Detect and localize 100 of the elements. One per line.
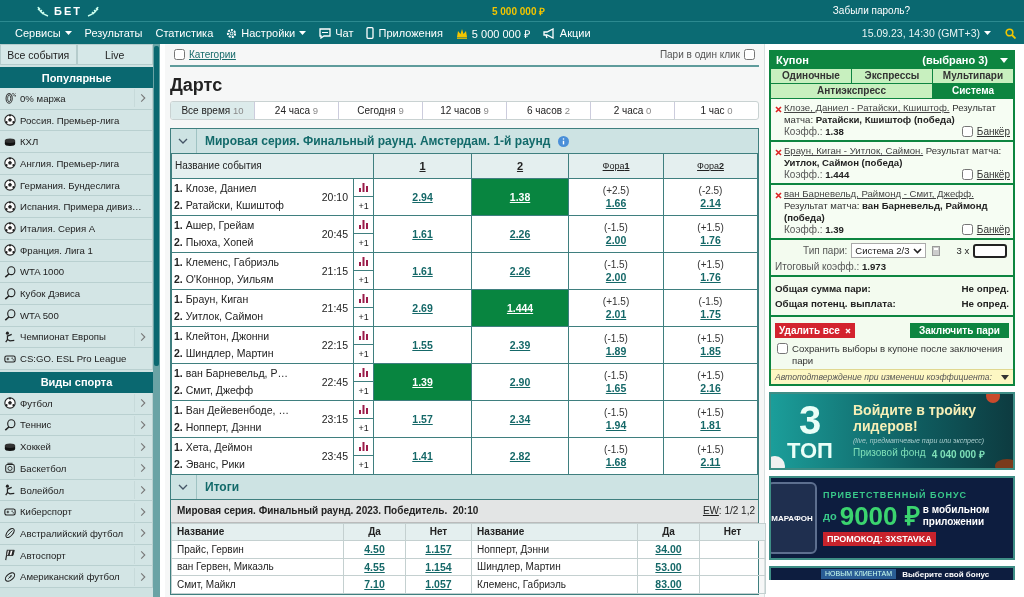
banker-checkbox[interactable] — [961, 126, 973, 137]
more-markets-link[interactable]: +1 — [358, 385, 369, 396]
sidebar-item[interactable]: Франция. Лига 1 — [0, 239, 153, 262]
sidebar-item[interactable]: Киберспорт — [0, 501, 153, 524]
auto-confirm-dropdown[interactable]: Автоподтверждение при изменении коэффициента: — [771, 369, 1013, 384]
sidebar-item[interactable]: Англия. Премьер-лига — [0, 153, 153, 175]
sidebar-item[interactable]: Германия. Бундеслига — [0, 174, 153, 197]
nav-item[interactable]: Результаты — [84, 27, 143, 39]
bar-chart-icon[interactable] — [359, 404, 368, 414]
sidebar-item[interactable]: Автоспорт — [0, 544, 153, 567]
odds-link[interactable]: 1.85 — [664, 344, 757, 358]
more-markets-link[interactable]: +1 — [358, 200, 369, 211]
more-markets-link[interactable]: +1 — [358, 311, 369, 322]
odds-cell[interactable]: 2.69 — [373, 289, 472, 326]
odds-cell[interactable]: 1.41 — [373, 437, 472, 474]
odds-cell[interactable]: 1.444 — [471, 289, 569, 326]
forgot-password-link[interactable]: Забыли пароль? — [832, 5, 910, 16]
odds-link[interactable]: 1.75 — [664, 307, 757, 321]
scrollbar[interactable] — [153, 44, 160, 597]
more-markets-link[interactable]: +1 — [358, 348, 369, 359]
more-markets-link[interactable]: +1 — [358, 237, 369, 248]
save-choices-checkbox[interactable] — [777, 343, 788, 354]
odds-cell[interactable]: (-1.5) 2.00 — [568, 215, 664, 252]
period-tab[interactable]: Все время 10 — [171, 102, 254, 119]
odds-cell[interactable]: 2.90 — [471, 363, 569, 400]
nav-item[interactable]: 5 000 000 ₽ — [455, 25, 530, 41]
sidebar-item[interactable]: Футбол — [0, 392, 153, 415]
period-tab[interactable]: Сегодня 9 — [338, 102, 422, 119]
odds-link[interactable]: 1.76 — [664, 233, 757, 247]
search-icon[interactable] — [1005, 27, 1016, 39]
coupon-tab[interactable]: Одиночные — [771, 69, 851, 83]
sidebar-item[interactable]: Чемпионат Европы — [0, 326, 153, 349]
nav-item[interactable]: Сервисы — [15, 27, 72, 39]
close-icon[interactable] — [775, 192, 782, 199]
event-link[interactable]: Клозе, Даниел - Ратайски, Кшиштоф. — [784, 102, 950, 113]
odds-cell[interactable]: (+1.5) 2.16 — [663, 363, 758, 400]
coupon-tab[interactable]: Антиэкспресс — [771, 84, 932, 98]
nav-item[interactable]: Акции — [542, 27, 591, 39]
sidebar-item[interactable]: Баскетбол — [0, 458, 153, 480]
odds-link[interactable]: 1.89 — [569, 344, 663, 358]
banker-checkbox[interactable] — [961, 224, 973, 235]
coupon-tab[interactable]: Экспрессы — [852, 69, 932, 83]
datetime-menu[interactable]: 15.09.23, 14:30 (GMT+3) — [861, 27, 991, 39]
sidebar-item[interactable]: Австралийский футбол — [0, 523, 153, 545]
nav-item[interactable]: Приложения — [366, 27, 443, 39]
close-icon[interactable] — [775, 149, 782, 156]
sidebar-item[interactable]: WTA 1000 — [0, 261, 153, 284]
odds-link[interactable]: 2.00 — [569, 270, 663, 284]
bar-chart-icon[interactable] — [359, 441, 368, 451]
odds-link[interactable]: 1.94 — [569, 418, 663, 432]
odds-cell[interactable]: 1.55 — [373, 326, 472, 363]
sidebar-item[interactable]: 0% маржа — [0, 88, 153, 110]
event-link[interactable]: ван Барневельд, Раймонд - Смит, Джефф. — [784, 188, 974, 199]
odds-cell[interactable]: 1.61 — [373, 215, 472, 252]
categories-checkbox[interactable] — [174, 49, 185, 60]
odds-cell[interactable]: 2.26 — [471, 252, 569, 289]
odds-cell[interactable]: 2.39 — [471, 326, 569, 363]
column-header[interactable]: 2 — [471, 154, 569, 178]
period-tab[interactable]: 12 часов 9 — [422, 102, 506, 119]
event-link[interactable]: Браун, Киган - Уитлок, Саймон. — [784, 145, 924, 156]
close-icon[interactable] — [775, 106, 782, 113]
categories-link[interactable]: Категории — [189, 49, 236, 60]
period-tab[interactable]: 2 часа 0 — [590, 102, 674, 119]
odds-cell[interactable]: (+1.5) 1.85 — [663, 326, 758, 363]
odds-cell[interactable]: (-1.5) 2.00 — [568, 252, 664, 289]
odds-link[interactable]: 1.66 — [569, 196, 663, 210]
nav-item[interactable]: Настройки — [226, 27, 307, 39]
odds-link[interactable]: 2.01 — [569, 307, 663, 321]
odds-cell[interactable]: 2.82 — [471, 437, 569, 474]
odds-cell[interactable]: (-1.5) 1.89 — [568, 326, 664, 363]
period-tab[interactable]: 24 часа 9 — [254, 102, 338, 119]
odds-cell[interactable]: 2.34 — [471, 400, 569, 437]
odds-link[interactable]: 1.65 — [569, 381, 663, 395]
bar-chart-icon[interactable] — [359, 219, 368, 229]
odds-cell[interactable]: (+1.5) 2.11 — [663, 437, 758, 474]
coupon-tab[interactable]: Мультипари — [933, 69, 1013, 83]
odds-link[interactable]: 1.76 — [664, 270, 757, 284]
banker-link[interactable]: Банкёр — [976, 224, 1010, 235]
sidebar-tab[interactable]: Все события — [0, 44, 77, 65]
sidebar-item[interactable]: Хоккей — [0, 436, 153, 458]
delete-all-button[interactable]: Удалить все — [775, 323, 855, 338]
column-header[interactable]: Фора2 — [663, 154, 758, 178]
odds-cell[interactable]: (+1.5) 2.01 — [568, 289, 664, 326]
stake-field[interactable] — [973, 243, 1008, 258]
banker-link[interactable]: Банкёр — [976, 169, 1010, 180]
period-tab[interactable]: 6 часов 2 — [506, 102, 590, 119]
nav-item[interactable]: Чат — [319, 27, 354, 39]
odds-cell[interactable]: 1.57 — [373, 400, 472, 437]
more-markets-link[interactable]: +1 — [358, 422, 369, 433]
odds-cell[interactable]: 2.94 — [373, 178, 472, 215]
odds-cell[interactable]: (-2.5) 2.14 — [663, 178, 758, 215]
bar-chart-icon[interactable] — [359, 330, 368, 340]
odds-cell[interactable]: (-1.5) 1.75 — [663, 289, 758, 326]
column-header[interactable]: 1 — [373, 154, 472, 178]
sidebar-item[interactable]: Кубок Дэвиса — [0, 283, 153, 305]
odds-cell[interactable]: 1.61 — [373, 252, 472, 289]
bet-type-select[interactable]: Система 2/3 — [851, 243, 927, 258]
period-tab[interactable]: 1 час 0 — [674, 102, 758, 119]
sidebar-item[interactable]: Американский футбол — [0, 566, 153, 589]
odds-cell[interactable]: (-1.5) 1.94 — [568, 400, 664, 437]
